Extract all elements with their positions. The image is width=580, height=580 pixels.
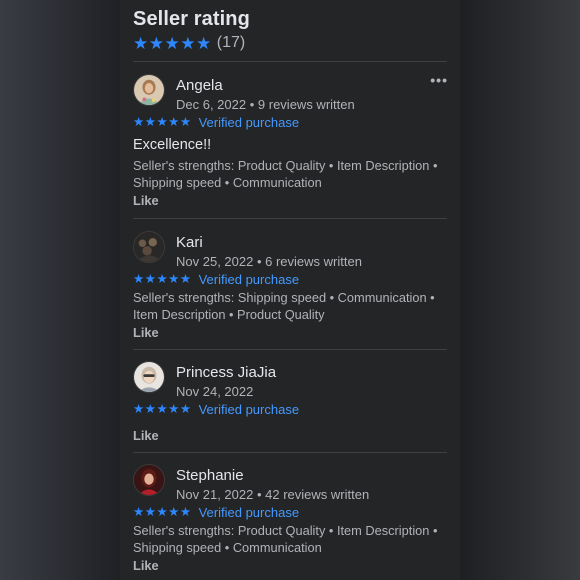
star-icon: ★ xyxy=(168,272,180,286)
review-text: Excellence!! xyxy=(133,137,212,153)
star-icon: ★ xyxy=(156,505,168,519)
star-icon: ★ xyxy=(180,33,196,53)
review-stars: ★ ★ ★ ★ ★ xyxy=(133,115,192,129)
star-icon: ★ xyxy=(148,33,164,53)
star-icon: ★ xyxy=(179,272,192,286)
avatar[interactable] xyxy=(133,231,165,263)
rating-count: (17) xyxy=(216,34,246,51)
overall-stars: ★ ★ ★ ★ ★ xyxy=(133,35,212,52)
verified-purchase-label: Verified purchase xyxy=(198,401,300,417)
verified-purchase-label: Verified purchase xyxy=(198,114,300,130)
star-icon: ★ xyxy=(144,505,156,519)
star-icon: ★ xyxy=(168,505,180,519)
avatar[interactable] xyxy=(133,74,165,106)
divider xyxy=(133,349,447,350)
star-icon: ★ xyxy=(196,33,212,53)
star-icon: ★ xyxy=(156,115,168,129)
review-date: Nov 25, 2022 xyxy=(176,254,254,269)
like-button[interactable]: Like xyxy=(133,193,448,209)
overall-rating[interactable]: ★ ★ ★ ★ ★ (17) xyxy=(133,33,448,53)
reviewer-name[interactable]: Stephanie xyxy=(176,467,244,485)
star-icon: ★ xyxy=(156,402,168,416)
review-meta: Dec 6, 2022 • 9 reviews written xyxy=(176,97,355,113)
review-meta: Nov 24, 2022 xyxy=(176,384,253,400)
star-icon: ★ xyxy=(179,115,192,129)
reviewer-name[interactable]: Angela xyxy=(176,77,223,95)
more-options-icon[interactable]: ••• xyxy=(430,72,448,88)
review-date: Nov 21, 2022 xyxy=(176,487,254,502)
seller-strengths: Seller's strengths: Product Quality • It… xyxy=(133,158,438,190)
review-date: Dec 6, 2022 xyxy=(176,97,247,112)
meta-separator: • xyxy=(249,97,258,112)
star-icon: ★ xyxy=(144,272,156,286)
star-icon: ★ xyxy=(168,115,180,129)
seller-strengths: Seller's strengths: Shipping speed • Com… xyxy=(133,290,435,322)
star-icon: ★ xyxy=(133,115,145,129)
seller-rating-title: Seller rating xyxy=(133,8,250,30)
reviews-written: 42 reviews written xyxy=(265,487,370,502)
review-rating: ★ ★ ★ ★ ★ Verified purchase xyxy=(133,504,448,520)
star-icon: ★ xyxy=(168,402,180,416)
review-stars: ★ ★ ★ ★ ★ xyxy=(133,272,192,286)
seller-strengths: Seller's strengths: Product Quality • It… xyxy=(133,523,438,555)
like-button[interactable]: Like xyxy=(133,428,448,444)
reviews-written: 9 reviews written xyxy=(257,97,355,112)
star-icon: ★ xyxy=(133,505,145,519)
star-icon: ★ xyxy=(179,505,192,519)
divider xyxy=(133,61,447,62)
like-button[interactable]: Like xyxy=(133,558,448,574)
verified-purchase-label: Verified purchase xyxy=(198,271,300,287)
review-meta: Nov 21, 2022 • 42 reviews written xyxy=(176,487,369,503)
avatar[interactable] xyxy=(133,361,165,393)
divider xyxy=(133,218,447,219)
star-icon: ★ xyxy=(179,402,192,416)
review-rating: ★ ★ ★ ★ ★ Verified purchase xyxy=(133,401,448,417)
like-button[interactable]: Like xyxy=(133,325,448,341)
seller-rating-panel: Seller rating ★ ★ ★ ★ ★ (17) Angela Dec … xyxy=(120,0,460,580)
divider xyxy=(133,452,447,453)
star-icon: ★ xyxy=(156,272,168,286)
reviewer-name[interactable]: Princess JiaJia xyxy=(176,364,276,382)
star-icon: ★ xyxy=(133,272,145,286)
avatar[interactable] xyxy=(133,464,165,496)
star-icon: ★ xyxy=(133,33,149,53)
reviews-written: 6 reviews written xyxy=(265,254,362,269)
verified-purchase-label: Verified purchase xyxy=(198,504,300,520)
star-icon: ★ xyxy=(144,402,156,416)
review-stars: ★ ★ ★ ★ ★ xyxy=(133,505,192,519)
review-date: Nov 24, 2022 xyxy=(176,384,254,399)
review-item: Angela Dec 6, 2022 • 9 reviews written •… xyxy=(133,72,448,209)
review-item: Princess JiaJia Nov 24, 2022 ★ ★ ★ ★ ★ V… xyxy=(133,361,448,444)
review-stars: ★ ★ ★ ★ ★ xyxy=(133,402,192,416)
review-rating: ★ ★ ★ ★ ★ Verified purchase xyxy=(133,271,448,287)
star-icon: ★ xyxy=(133,402,145,416)
review-meta: Nov 25, 2022 • 6 reviews written xyxy=(176,254,362,270)
star-icon: ★ xyxy=(144,115,156,129)
star-icon: ★ xyxy=(164,33,180,53)
review-item: Kari Nov 25, 2022 • 6 reviews written ★ … xyxy=(133,231,448,341)
meta-separator: • xyxy=(256,487,266,502)
seller-rating-header: Seller rating ★ ★ ★ ★ ★ (17) xyxy=(133,6,448,53)
review-item: Stephanie Nov 21, 2022 • 42 reviews writ… xyxy=(133,464,448,574)
review-rating: ★ ★ ★ ★ ★ Verified purchase xyxy=(133,114,448,130)
reviewer-name[interactable]: Kari xyxy=(176,234,203,252)
meta-separator: • xyxy=(256,254,266,269)
